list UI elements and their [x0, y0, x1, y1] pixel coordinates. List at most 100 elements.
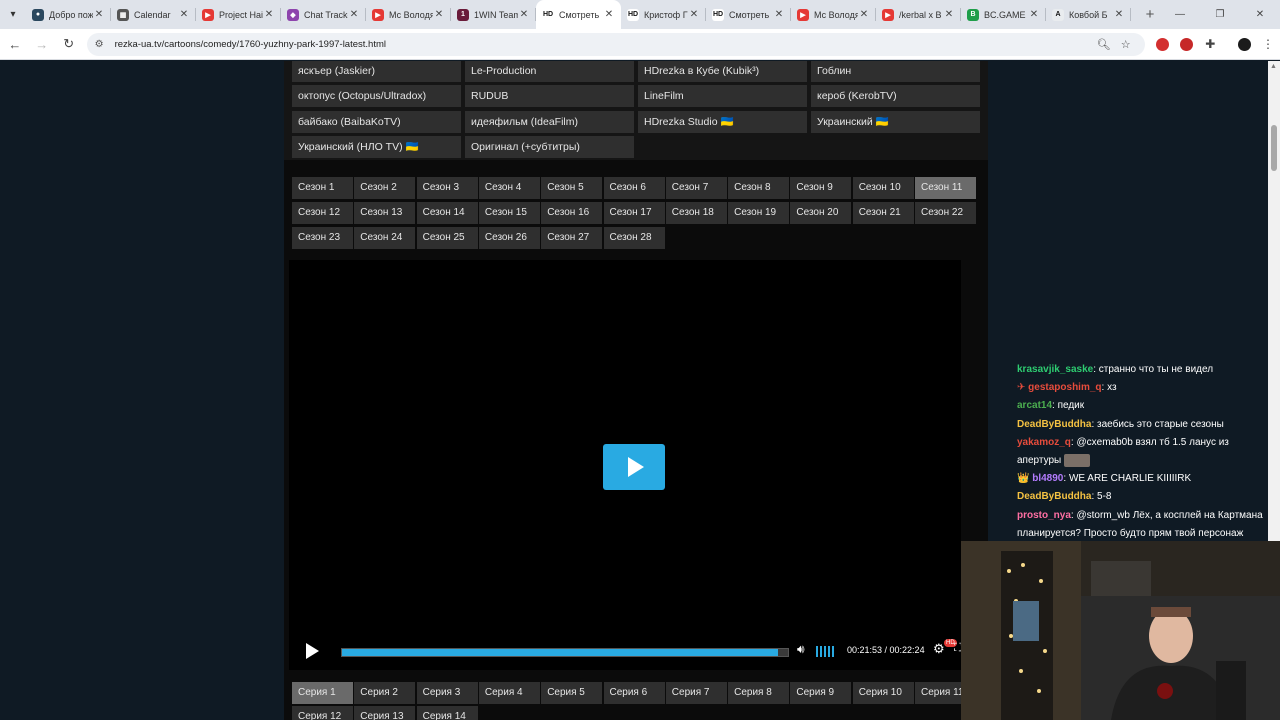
- url-text[interactable]: rezka-ua.tv/cartoons/comedy/1760-yuzhny-…: [115, 39, 1093, 50]
- close-window-icon[interactable]: ✕: [1240, 0, 1280, 29]
- season-button[interactable]: Сезон 22: [915, 202, 976, 224]
- translator-option[interactable]: HDrezka Studio 🇺🇦: [638, 110, 807, 133]
- season-button[interactable]: Сезон 5: [541, 177, 603, 199]
- browser-tab[interactable]: ▶ Project Hail Mary✕: [196, 0, 281, 29]
- season-button[interactable]: Сезон 13: [354, 202, 416, 224]
- season-button[interactable]: Сезон 24: [354, 227, 416, 249]
- translator-option[interactable]: идеяфильм (IdeaFilm): [465, 110, 634, 133]
- browser-tab[interactable]: ▶ /kerbal x B ✕: [876, 0, 961, 29]
- zoom-icon[interactable]: 🔍︎: [1093, 38, 1115, 51]
- tab-close-icon[interactable]: ✕: [773, 9, 785, 20]
- season-button[interactable]: Сезон 19: [728, 202, 790, 224]
- forward-icon[interactable]: →: [30, 32, 54, 56]
- translator-option[interactable]: Украинский 🇺🇦: [811, 110, 980, 133]
- play-pause-button[interactable]: [306, 643, 319, 659]
- volume-icon[interactable]: 🔊︎: [797, 642, 805, 657]
- season-button[interactable]: Сезон 15: [478, 202, 540, 224]
- tab-close-icon[interactable]: ✕: [1113, 9, 1125, 20]
- browser-tab[interactable]: ▶ Мс Володя ✕: [366, 0, 451, 29]
- translator-option[interactable]: байбако (BaibaKoTV): [292, 110, 461, 133]
- episode-button[interactable]: Серия 12: [292, 706, 353, 720]
- season-button[interactable]: Сезон 2: [354, 177, 416, 199]
- browser-tab[interactable]: HD Смотреть ✕: [536, 0, 621, 29]
- browser-tab[interactable]: HD Смотреть ✕: [706, 0, 791, 29]
- season-button[interactable]: Сезон 1: [292, 177, 353, 199]
- translator-option[interactable]: RUDUB: [465, 85, 634, 108]
- translator-option[interactable]: Оригинал (+субтитры): [465, 135, 634, 158]
- tab-close-icon[interactable]: ✕: [433, 9, 445, 20]
- episode-button[interactable]: Серия 1: [292, 682, 353, 704]
- season-button[interactable]: Сезон 16: [541, 202, 603, 224]
- address-bar[interactable]: ⚙ rezka-ua.tv/cartoons/comedy/1760-yuzhn…: [86, 32, 1145, 56]
- volume-slider[interactable]: [816, 646, 834, 657]
- season-button[interactable]: Сезон 28: [603, 227, 665, 249]
- season-button[interactable]: Сезон 9: [790, 177, 852, 199]
- back-icon[interactable]: ←: [3, 32, 27, 56]
- browser-tab[interactable]: ◆ Chat Tracker✕: [281, 0, 366, 29]
- translator-option[interactable]: Украинский (НЛО TV) 🇺🇦: [292, 135, 461, 158]
- translator-option[interactable]: Le-Production: [465, 61, 634, 82]
- video-player[interactable]: [289, 260, 961, 670]
- episode-button[interactable]: Серия 8: [728, 682, 790, 704]
- tab-search-icon[interactable]: ▾: [0, 0, 26, 29]
- browser-tab[interactable]: A Ковбой Б ✕: [1046, 0, 1131, 29]
- tab-close-icon[interactable]: ✕: [688, 9, 700, 20]
- season-button[interactable]: Сезон 7: [665, 177, 727, 199]
- browser-tab[interactable]: B BC.GAME ✕: [961, 0, 1046, 29]
- translator-option[interactable]: HDrezka в Кубе (Kubik³): [638, 61, 807, 82]
- tab-close-icon[interactable]: ✕: [943, 9, 955, 20]
- minimize-icon[interactable]: —: [1160, 0, 1200, 29]
- episode-button[interactable]: Серия 11: [915, 682, 963, 704]
- episode-button[interactable]: Серия 2: [354, 682, 416, 704]
- tab-close-icon[interactable]: ✕: [1028, 9, 1040, 20]
- season-button[interactable]: Сезон 21: [852, 202, 914, 224]
- settings-gear-icon[interactable]: ⚙: [933, 641, 945, 657]
- season-button[interactable]: Сезон 25: [416, 227, 478, 249]
- progress-bar[interactable]: [341, 648, 789, 657]
- scrollbar-thumb[interactable]: [1271, 125, 1277, 171]
- episode-button[interactable]: Серия 7: [665, 682, 727, 704]
- episode-button[interactable]: Серия 13: [354, 706, 416, 720]
- episode-button[interactable]: Серия 14: [416, 706, 478, 720]
- season-button[interactable]: Сезон 11: [915, 177, 976, 199]
- episode-button[interactable]: Серия 5: [541, 682, 603, 704]
- translator-option[interactable]: октопус (Octopus/Ultradox): [292, 85, 461, 108]
- season-button[interactable]: Сезон 26: [478, 227, 540, 249]
- browser-tab[interactable]: ● Добро пожаловать✕: [26, 0, 111, 29]
- scroll-up-icon[interactable]: ▲: [1270, 63, 1277, 70]
- season-button[interactable]: Сезон 4: [478, 177, 540, 199]
- episode-button[interactable]: Серия 9: [790, 682, 852, 704]
- tab-close-icon[interactable]: ✕: [348, 9, 360, 20]
- site-info-icon[interactable]: ⚙: [95, 39, 109, 50]
- season-button[interactable]: Сезон 14: [416, 202, 478, 224]
- season-button[interactable]: Сезон 23: [292, 227, 353, 249]
- big-play-button[interactable]: [603, 444, 665, 490]
- translator-option[interactable]: LineFilm: [638, 85, 807, 108]
- episode-button[interactable]: Серия 3: [416, 682, 478, 704]
- tab-close-icon[interactable]: ✕: [603, 9, 615, 20]
- reload-icon[interactable]: ↻: [57, 32, 81, 56]
- tab-close-icon[interactable]: ✕: [93, 9, 105, 20]
- season-button[interactable]: Сезон 27: [541, 227, 603, 249]
- translator-option[interactable]: кероб (KerobTV): [811, 85, 980, 108]
- extension-recorder-icon[interactable]: [1175, 32, 1199, 56]
- season-button[interactable]: Сезон 3: [416, 177, 478, 199]
- translator-option[interactable]: Гоблин: [811, 61, 980, 82]
- season-button[interactable]: Сезон 6: [603, 177, 665, 199]
- season-button[interactable]: Сезон 10: [852, 177, 914, 199]
- profile-avatar[interactable]: [1232, 32, 1256, 56]
- maximize-icon[interactable]: ❐: [1200, 0, 1240, 29]
- browser-menu-icon[interactable]: ⋮: [1256, 32, 1280, 56]
- browser-tab[interactable]: HD Кристоф Г ✕: [621, 0, 706, 29]
- tab-close-icon[interactable]: ✕: [518, 9, 530, 20]
- tab-close-icon[interactable]: ✕: [263, 9, 275, 20]
- browser-tab[interactable]: ▦ Calendar ✕: [111, 0, 196, 29]
- extension-red-icon[interactable]: [1151, 32, 1175, 56]
- season-button[interactable]: Сезон 8: [728, 177, 790, 199]
- bookmark-star-icon[interactable]: ☆: [1115, 38, 1137, 51]
- extensions-puzzle-icon[interactable]: ✚: [1198, 32, 1222, 56]
- season-button[interactable]: Сезон 18: [665, 202, 727, 224]
- episode-button[interactable]: Серия 4: [478, 682, 540, 704]
- season-button[interactable]: Сезон 20: [790, 202, 852, 224]
- season-button[interactable]: Сезон 17: [603, 202, 665, 224]
